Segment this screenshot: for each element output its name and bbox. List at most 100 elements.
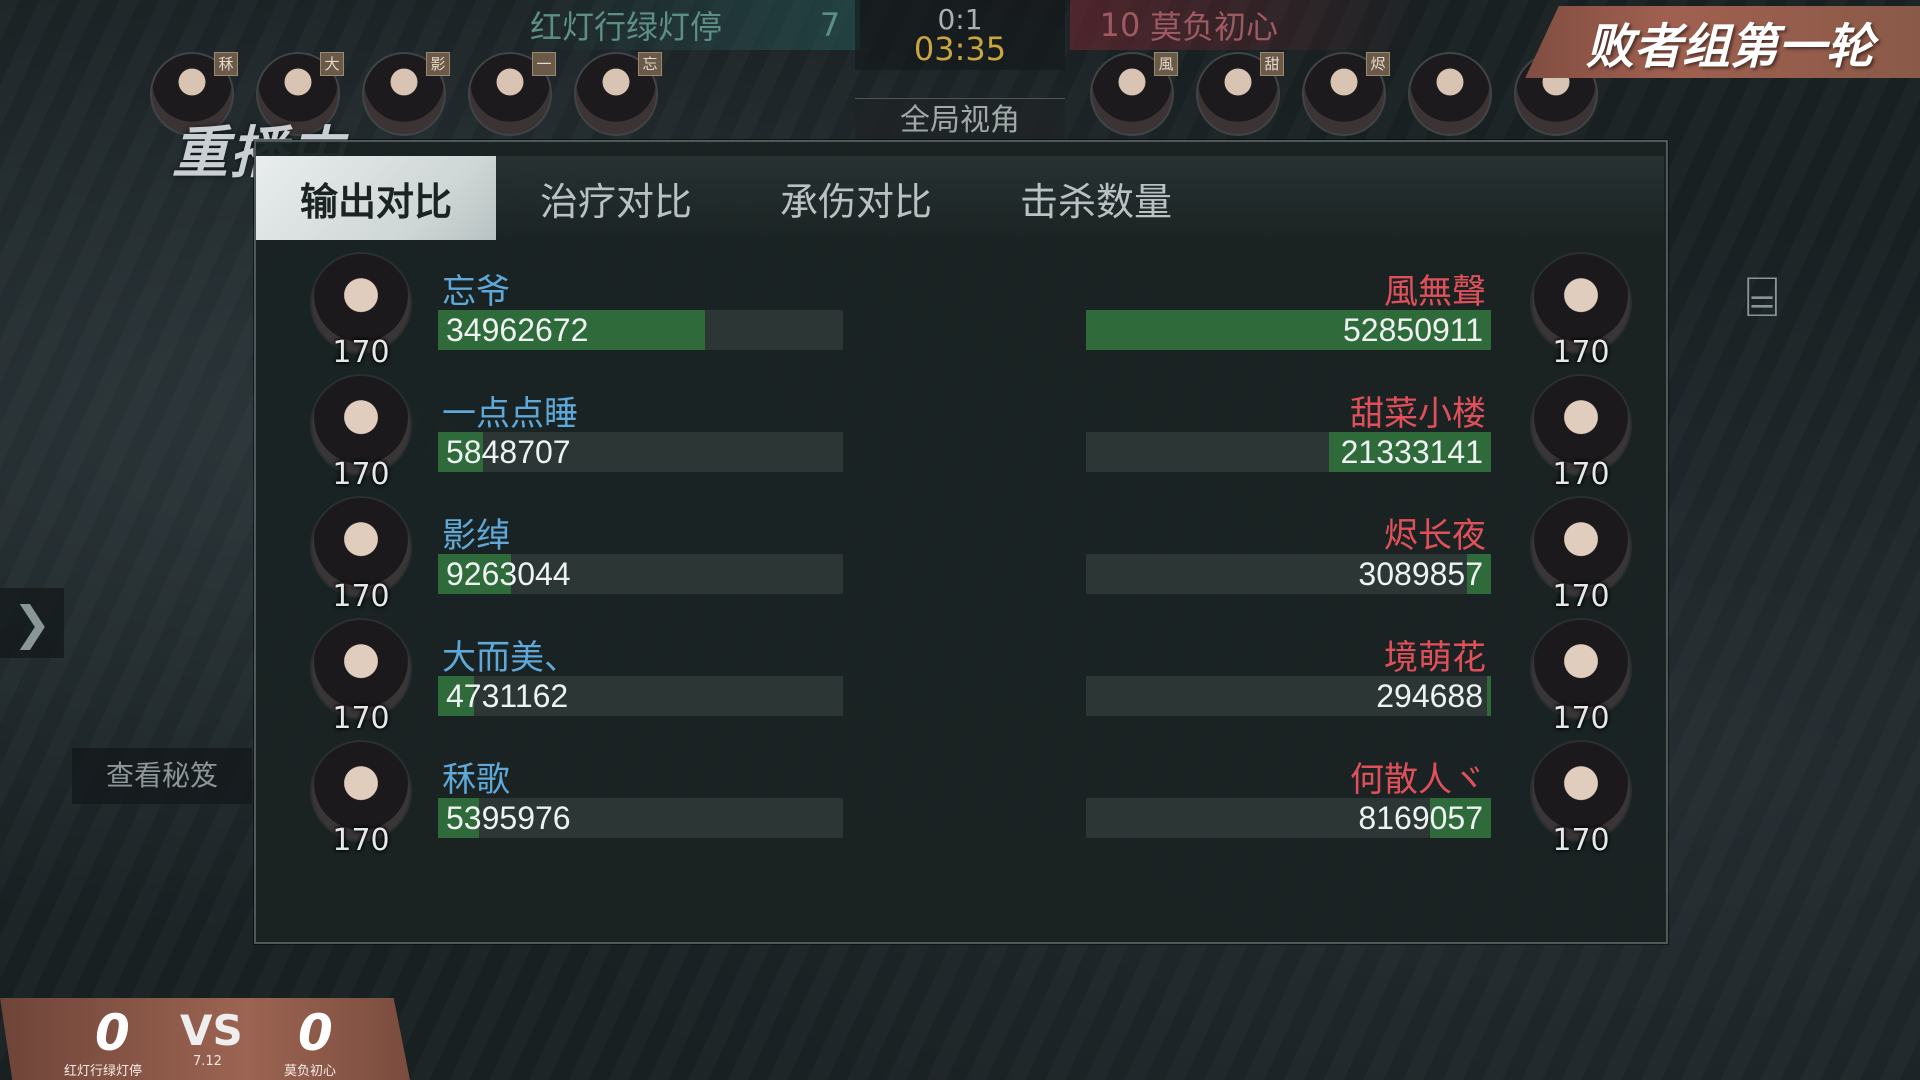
portrait-tag: 風 xyxy=(1154,52,1178,76)
left-player-name: 大而美、 xyxy=(442,638,578,678)
left-player-name: 忘爷 xyxy=(442,272,510,312)
left-player-avatar[interactable]: 170 xyxy=(310,618,412,736)
right-player-bar: 8169057 xyxy=(1086,798,1491,838)
right-player-value: 294688 xyxy=(1376,678,1483,714)
round-banner: 败者组第一轮 xyxy=(1525,6,1920,78)
stat-row: 170 影绰 9263044 烬长夜 3089857 170 xyxy=(256,496,1664,618)
right-player-avatar[interactable]: 170 xyxy=(1530,374,1632,492)
right-player-name: 何散人ヾ xyxy=(1350,760,1486,800)
right-player-bar: 3089857 xyxy=(1086,554,1491,594)
right-player-avatar[interactable]: 170 xyxy=(1530,496,1632,614)
right-team-bar: 10 莫负初心 xyxy=(1070,0,1420,50)
portrait-tag: 忘 xyxy=(638,52,662,76)
stat-row: 170 一点点睡 5848707 甜菜小楼 21333141 170 xyxy=(256,374,1664,496)
left-player-name: 影绰 xyxy=(442,516,510,556)
player-level: 170 xyxy=(1552,701,1610,736)
right-player-bar: 21333141 xyxy=(1086,432,1491,472)
team-portrait[interactable]: 風 xyxy=(1090,52,1178,136)
right-series-score: 0 xyxy=(298,1004,333,1062)
right-player-bar: 52850911 xyxy=(1086,310,1491,350)
right-team-kills: 10 xyxy=(1099,6,1141,44)
right-player-name: 境萌花 xyxy=(1384,638,1486,678)
left-player-value: 9263044 xyxy=(446,556,571,592)
left-player-value: 34962672 xyxy=(446,312,589,348)
left-team-kills: 7 xyxy=(819,6,841,44)
left-player-value: 5395976 xyxy=(446,800,571,836)
right-player-value: 21333141 xyxy=(1340,434,1483,470)
tab-kills[interactable]: 击杀数量 xyxy=(976,156,1216,240)
tab-healing[interactable]: 治疗对比 xyxy=(496,156,736,240)
round-title: 败者组第一轮 xyxy=(1585,19,1874,75)
right-player-bar: 294688 xyxy=(1086,676,1491,716)
right-team-portraits: 風 甜 烬 xyxy=(1090,52,1598,136)
bar-fill xyxy=(1486,676,1491,716)
tab-damage-taken[interactable]: 承伤对比 xyxy=(736,156,976,240)
version-label: 7.12 xyxy=(193,1054,222,1069)
team-portrait[interactable]: 甜 xyxy=(1196,52,1284,136)
game-scene: 红灯行绿灯停 7 0:1 03:35 10 莫负初心 秝 大 影 一 忘 風 甜… xyxy=(0,0,1920,1080)
player-level: 170 xyxy=(1552,579,1610,614)
left-player-value: 4731162 xyxy=(446,678,569,714)
left-player-avatar[interactable]: 170 xyxy=(310,496,412,614)
portrait-tag: 一 xyxy=(532,52,556,76)
view-mode-button[interactable]: 全局视角 xyxy=(855,98,1065,143)
side-menu-icon[interactable]: ⌸ xyxy=(1722,258,1802,338)
player-level: 170 xyxy=(332,823,390,858)
right-player-avatar[interactable]: 170 xyxy=(1530,618,1632,736)
player-level: 170 xyxy=(332,335,390,370)
player-level: 170 xyxy=(332,701,390,736)
team-portrait[interactable]: 影 xyxy=(362,52,450,136)
left-player-value: 5848707 xyxy=(446,434,571,470)
player-level: 170 xyxy=(1552,823,1610,858)
match-status: 0:1 03:35 xyxy=(855,0,1065,70)
team-portrait[interactable] xyxy=(1408,52,1492,136)
player-level: 170 xyxy=(332,457,390,492)
stats-comparison-panel: 输出对比 治疗对比 承伤对比 击杀数量 170 忘爷 34962672 風無聲 … xyxy=(254,140,1668,944)
right-player-name: 烬长夜 xyxy=(1384,516,1486,556)
left-player-avatar[interactable]: 170 xyxy=(310,374,412,492)
tab-damage-output[interactable]: 输出对比 xyxy=(256,156,496,240)
left-player-name: 一点点睡 xyxy=(442,394,578,434)
series-score-plate: 0 VS 7.12 0 红灯行绿灯停 莫负初心 xyxy=(0,998,410,1080)
player-level: 170 xyxy=(1552,335,1610,370)
right-player-value: 52850911 xyxy=(1343,312,1483,348)
right-player-value: 3089857 xyxy=(1358,556,1483,592)
view-secrets-button[interactable]: 查看秘笈 xyxy=(72,748,252,804)
team-portrait[interactable]: 一 xyxy=(468,52,556,136)
right-player-avatar[interactable]: 170 xyxy=(1530,252,1632,370)
player-level: 170 xyxy=(332,579,390,614)
left-player-bar: 5848707 xyxy=(438,432,843,472)
left-series-score: 0 xyxy=(95,1004,130,1062)
right-player-value: 8169057 xyxy=(1358,800,1483,836)
stats-tabs: 输出对比 治疗对比 承伤对比 击杀数量 xyxy=(256,156,1664,240)
expand-arrow-icon[interactable]: ❯ xyxy=(0,588,64,658)
portrait-tag: 烬 xyxy=(1366,52,1390,76)
portrait-tag: 影 xyxy=(426,52,450,76)
portrait-tag: 大 xyxy=(320,52,344,76)
left-player-bar: 34962672 xyxy=(438,310,843,350)
vs-label: VS xyxy=(180,1006,243,1055)
stat-row: 170 大而美、 4731162 境萌花 294688 170 xyxy=(256,618,1664,740)
match-timer: 03:35 xyxy=(913,30,1007,68)
player-level: 170 xyxy=(1552,457,1610,492)
left-team-label: 红灯行绿灯停 xyxy=(64,1064,143,1079)
portrait-tag: 甜 xyxy=(1260,52,1284,76)
player-stat-rows: 170 忘爷 34962672 風無聲 52850911 170 170 一点点… xyxy=(256,252,1664,862)
stat-row: 170 秝歌 5395976 何散人ヾ 8169057 170 xyxy=(256,740,1664,862)
portrait-tag: 秝 xyxy=(214,52,238,76)
left-player-name: 秝歌 xyxy=(442,760,510,800)
left-player-avatar[interactable]: 170 xyxy=(310,252,412,370)
left-player-bar: 4731162 xyxy=(438,676,843,716)
right-team-name: 莫负初心 xyxy=(1150,8,1279,46)
left-team-bar: 红灯行绿灯停 7 xyxy=(520,0,860,50)
team-portrait[interactable]: 烬 xyxy=(1302,52,1390,136)
team-portrait[interactable]: 忘 xyxy=(574,52,662,136)
left-player-avatar[interactable]: 170 xyxy=(310,740,412,858)
stat-row: 170 忘爷 34962672 風無聲 52850911 170 xyxy=(256,252,1664,374)
left-player-bar: 9263044 xyxy=(438,554,843,594)
left-team-name: 红灯行绿灯停 xyxy=(530,8,723,46)
right-player-name: 風無聲 xyxy=(1384,272,1486,312)
right-player-avatar[interactable]: 170 xyxy=(1530,740,1632,858)
right-player-name: 甜菜小楼 xyxy=(1350,394,1486,434)
left-player-bar: 5395976 xyxy=(438,798,843,838)
